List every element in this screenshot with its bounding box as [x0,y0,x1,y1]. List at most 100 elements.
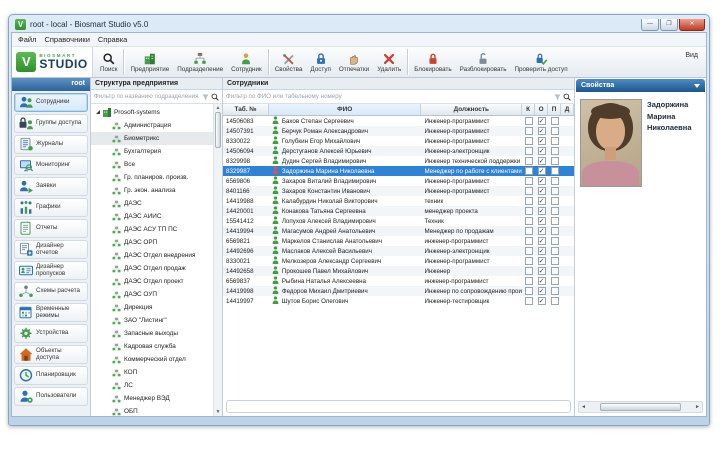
checkbox-p[interactable] [551,277,559,285]
tree-item[interactable]: Биометрикс [91,132,213,145]
scroll-down-icon[interactable]: ▼ [214,408,222,416]
tree-item[interactable]: ДАЭС [91,197,213,210]
sidebar-item-chart[interactable]: Графики [14,198,88,217]
column-header[interactable]: Д [561,104,574,115]
tree-item[interactable]: Дирекция [91,301,213,314]
checkbox-k[interactable] [525,117,533,125]
sidebar-item-time-mode[interactable]: Временные режимы [14,303,88,322]
sidebar-item-badge-designer[interactable]: Дизайнер пропусков [14,261,88,280]
table-row[interactable]: 14492658 Прокошев Павел Михайлович Инжен… [223,266,574,276]
search-icon[interactable] [563,88,571,106]
table-row[interactable]: 14419994 Магасумов Андрей Анатольевич Ме… [223,226,574,236]
tree-item[interactable]: Все [91,158,213,171]
checkbox-p[interactable] [551,127,559,135]
toolbar-button-delete[interactable]: Удалить [373,47,405,77]
menu-item[interactable]: Справочники [44,35,97,44]
expand-arrow-icon[interactable] [96,110,100,114]
column-header[interactable]: Должность [421,104,522,115]
checkbox-p[interactable] [551,157,559,165]
tree-item[interactable]: ДАЭС Отдел продаж [91,262,213,275]
tree-item[interactable]: ДАЭС Отдел проект [91,275,213,288]
table-row[interactable]: 14506094 Дерстуганов Алексей Юрьевич Инж… [223,146,574,156]
checkbox-k[interactable] [525,267,533,275]
column-header[interactable]: О [535,104,548,115]
checkbox-o[interactable] [538,117,546,125]
properties-hscrollbar[interactable]: ◄ ► [578,401,703,413]
minimize-button[interactable]: — [641,19,659,31]
menu-item[interactable]: Справка [98,35,135,44]
sidebar-item-people[interactable]: Сотрудники [14,93,88,112]
table-row[interactable]: 14420001 Конакова Татьяна Сергеевна мене… [223,206,574,216]
column-header[interactable]: ФИО [269,104,422,115]
scroll-up-icon[interactable]: ▲ [214,104,222,112]
checkbox-k[interactable] [525,137,533,145]
tree-item[interactable]: Коммерческий отдел [91,353,213,366]
properties-scroll-thumb[interactable] [600,403,681,411]
sidebar-item-users[interactable]: Пользователи [14,387,88,406]
table-row[interactable]: 14419997 Шутов Борис Олегович Инженер-те… [223,296,574,306]
structure-filter-input[interactable] [94,93,200,100]
table-row[interactable]: 14419998 Федоров Михаил Дмитриевич Инжен… [223,286,574,296]
tree-item[interactable]: Гр. экон. анализа [91,184,213,197]
tree-item[interactable]: Менеджер ВЭД [91,392,213,405]
checkbox-o[interactable] [538,197,546,205]
checkbox-o[interactable] [538,167,546,175]
funnel-icon[interactable] [554,88,561,106]
checkbox-k[interactable] [525,297,533,305]
checkbox-p[interactable] [551,167,559,175]
checkbox-o[interactable] [538,297,546,305]
sidebar-item-monitor[interactable]: Мониторинг [14,156,88,175]
checkbox-o[interactable] [538,207,546,215]
checkbox-k[interactable] [525,287,533,295]
table-row[interactable]: 6569806 Захаров Виталий Владимирович Инж… [223,176,574,186]
table-row[interactable]: 14507391 Берчук Роман Александрович Инже… [223,126,574,136]
tree-scroll-thumb[interactable] [215,112,221,148]
sidebar-item-lock-person[interactable]: Группы доступа [14,114,88,133]
checkbox-p[interactable] [551,217,559,225]
checkbox-k[interactable] [525,217,533,225]
checkbox-p[interactable] [551,187,559,195]
checkbox-p[interactable] [551,237,559,245]
toolbar-button-employee[interactable]: Сотрудник [227,47,266,77]
checkbox-p[interactable] [551,287,559,295]
checkbox-o[interactable] [538,247,546,255]
checkbox-o[interactable] [538,227,546,235]
checkbox-p[interactable] [551,147,559,155]
column-header[interactable]: К [522,104,535,115]
toolbar-button-properties[interactable]: Свойства [271,47,307,77]
checkbox-k[interactable] [525,187,533,195]
checkbox-p[interactable] [551,247,559,255]
checkbox-p[interactable] [551,267,559,275]
checkbox-p[interactable] [551,117,559,125]
properties-header[interactable]: Свойства [576,79,705,92]
tree-item[interactable]: ДАЭС АИИС [91,210,213,223]
checkbox-o[interactable] [538,127,546,135]
column-header[interactable]: Таб. № [223,104,269,115]
checkbox-o[interactable] [538,287,546,295]
maximize-button[interactable]: ❐ [660,19,678,31]
checkbox-o[interactable] [538,147,546,155]
toolbar-button-enterprise[interactable]: Предприятие [126,47,173,77]
toolbar-button-department[interactable]: Подразделение [173,47,227,77]
table-row[interactable]: 15541412 Лопухов Алексей Владимирович Те… [223,216,574,226]
table-row[interactable]: 14492696 Маслаков Алексей Васильевич Инж… [223,246,574,256]
sidebar-item-report[interactable]: Отчеты [14,219,88,238]
checkbox-k[interactable] [525,147,533,155]
checkbox-k[interactable] [525,237,533,245]
tree-item[interactable]: ЛС [91,379,213,392]
table-row[interactable]: 8329987 Задоржина Марина Николаевна Мене… [223,166,574,176]
tree-item[interactable]: Гр. планиров. произв. [91,171,213,184]
sidebar-item-request[interactable]: Заявки [14,177,88,196]
checkbox-o[interactable] [538,177,546,185]
scroll-right-icon[interactable]: ► [693,403,702,411]
checkbox-k[interactable] [525,197,533,205]
checkbox-p[interactable] [551,257,559,265]
sidebar-item-scheme[interactable]: Схемы расчета [14,282,88,301]
toolbar-button-lock[interactable]: Блокировать [410,47,455,77]
checkbox-k[interactable] [525,247,533,255]
table-row[interactable]: 8329998 Дудин Сергей Владимирович Инжене… [223,156,574,166]
tree-scrollbar[interactable]: ▲ ▼ [213,104,222,416]
tree-item[interactable]: ДАЭС ОУП [91,288,213,301]
view-menu-button[interactable]: Вид [685,52,698,77]
table-row[interactable]: 8401166 Захаров Константин Иванович Инже… [223,186,574,196]
